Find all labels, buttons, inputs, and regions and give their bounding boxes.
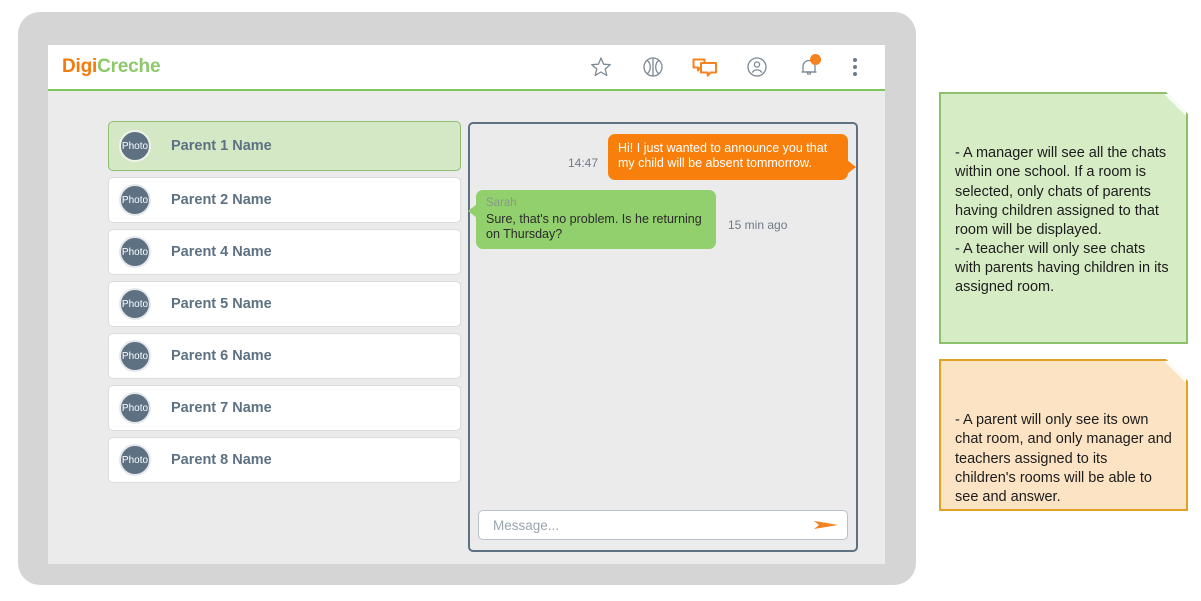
bell-icon[interactable] (783, 45, 835, 89)
message-bubble[interactable]: Hi! I just wanted to announce you that m… (608, 134, 856, 180)
notification-badge (810, 54, 821, 65)
avatar: Photo (119, 130, 151, 162)
parent-name: Parent 7 Name (171, 400, 272, 416)
parent-list-item[interactable]: Photo Parent 4 Name (108, 229, 461, 275)
header-icon-bar (575, 45, 875, 89)
message-bubble[interactable]: Sarah Sure, that's no problem. Is he ret… (468, 190, 716, 249)
avatar: Photo (119, 184, 151, 216)
kebab-menu-icon[interactable] (835, 45, 875, 89)
ball-icon[interactable] (627, 45, 679, 89)
send-paper-plane-icon[interactable] (807, 516, 839, 534)
parent-list-item[interactable]: Photo Parent 2 Name (108, 177, 461, 223)
avatar: Photo (119, 288, 151, 320)
chat-panel: 14:47 Hi! I just wanted to announce you … (468, 122, 858, 552)
message-list: 14:47 Hi! I just wanted to announce you … (468, 124, 856, 494)
parent-name: Parent 4 Name (171, 244, 272, 260)
chat-message-outgoing: 14:47 Hi! I just wanted to announce you … (476, 134, 856, 180)
annotation-note-manager-teacher: - A manager will see all the chats withi… (939, 92, 1188, 344)
screenshot-root: DigiCreche Photo Parent 1 Name Photo Par… (0, 0, 1201, 601)
message-input[interactable] (491, 516, 807, 534)
message-text: Hi! I just wanted to announce you that m… (618, 141, 828, 170)
parent-list-item[interactable]: Photo Parent 8 Name (108, 437, 461, 483)
message-timestamp: 15 min ago (728, 218, 788, 232)
parent-chat-list: Photo Parent 1 Name Photo Parent 2 Name … (108, 121, 461, 489)
note-folded-corner (1164, 94, 1186, 116)
note-text: - A manager will see all the chats withi… (955, 145, 1169, 296)
message-sender: Sarah (486, 197, 517, 209)
logo-part-creche: Creche (97, 56, 161, 77)
star-icon[interactable] (575, 45, 627, 89)
parent-list-item[interactable]: Photo Parent 7 Name (108, 385, 461, 431)
app-logo[interactable]: DigiCreche (62, 56, 161, 78)
parent-name: Parent 1 Name (171, 138, 272, 154)
note-text: - A parent will only see its own chat ro… (955, 412, 1172, 505)
parent-list-item[interactable]: Photo Parent 5 Name (108, 281, 461, 327)
tablet-screen: DigiCreche Photo Parent 1 Name Photo Par… (48, 45, 885, 564)
parent-name: Parent 8 Name (171, 452, 272, 468)
avatar: Photo (119, 444, 151, 476)
note-folded-corner (1164, 361, 1186, 383)
tablet-device-frame: DigiCreche Photo Parent 1 Name Photo Par… (18, 12, 916, 585)
avatar: Photo (119, 236, 151, 268)
kebab-dots (853, 58, 857, 76)
chat-message-incoming: Sarah Sure, that's no problem. Is he ret… (468, 190, 848, 249)
logo-part-digi: Digi (62, 56, 98, 77)
profile-icon[interactable] (731, 45, 783, 89)
annotation-note-parent: - A parent will only see its own chat ro… (939, 359, 1188, 511)
parent-list-item[interactable]: Photo Parent 1 Name (108, 121, 461, 171)
parent-name: Parent 5 Name (171, 296, 272, 312)
parent-name: Parent 6 Name (171, 348, 272, 364)
parent-list-item[interactable]: Photo Parent 6 Name (108, 333, 461, 379)
avatar: Photo (119, 340, 151, 372)
message-text: Sure, that's no problem. Is he returning… (486, 211, 702, 241)
message-timestamp: 14:47 (567, 156, 598, 170)
parent-name: Parent 2 Name (171, 192, 272, 208)
message-composer (478, 510, 848, 540)
app-header: DigiCreche (48, 45, 885, 91)
chat-icon[interactable] (679, 45, 731, 89)
avatar: Photo (119, 392, 151, 424)
